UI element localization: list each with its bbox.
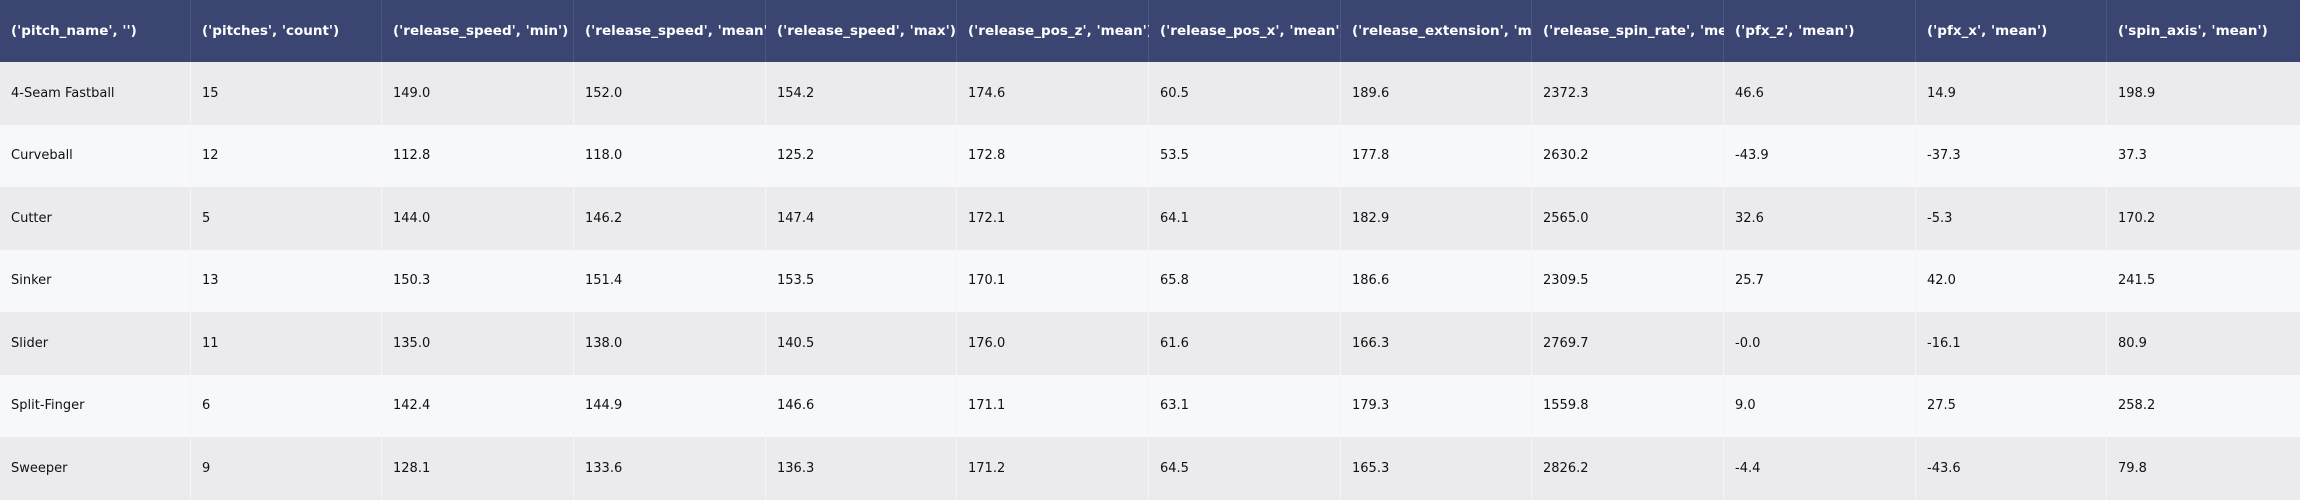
table-cell: 25.7	[1724, 249, 1916, 312]
table-cell: 125.2	[766, 124, 957, 187]
table-cell: -37.3	[1916, 124, 2107, 187]
table-cell: 189.6	[1341, 62, 1532, 125]
table-cell: 133.6	[574, 437, 766, 500]
column-header[interactable]: ('release_pos_z', 'mean')	[957, 0, 1153, 62]
table-cell: 112.8	[382, 124, 574, 187]
table-cell: 165.3	[1341, 437, 1532, 500]
table-cell: Sweeper	[0, 437, 191, 500]
table-cell: Slider	[0, 312, 191, 375]
table-cell: 198.9	[2107, 62, 2300, 125]
table-cell: Cutter	[0, 187, 191, 250]
column-header[interactable]: ('release_speed', 'mean')	[574, 0, 774, 62]
table-cell: 63.1	[1149, 374, 1341, 437]
table-cell: 11	[191, 312, 382, 375]
table-cell: 64.1	[1149, 187, 1341, 250]
table-cell: 170.2	[2107, 187, 2300, 250]
table-cell: 2769.7	[1532, 312, 1724, 375]
table-cell: 5	[191, 187, 382, 250]
table-cell: 2826.2	[1532, 437, 1724, 500]
table-cell: 150.3	[382, 249, 574, 312]
table-cell: 151.4	[574, 249, 766, 312]
table-cell: 42.0	[1916, 249, 2107, 312]
table-cell: 4-Seam Fastball	[0, 62, 191, 125]
table-cell: 79.8	[2107, 437, 2300, 500]
table-cell: 2372.3	[1532, 62, 1724, 125]
table-cell: 32.6	[1724, 187, 1916, 250]
table-cell: 140.5	[766, 312, 957, 375]
column-header[interactable]: ('release_pos_x', 'mean')	[1149, 0, 1346, 62]
table-cell: 171.1	[957, 374, 1149, 437]
table-cell: -4.4	[1724, 437, 1916, 500]
table-cell: -5.3	[1916, 187, 2107, 250]
table-cell: 146.2	[574, 187, 766, 250]
table-cell: 9.0	[1724, 374, 1916, 437]
table-cell: 182.9	[1341, 187, 1532, 250]
table-cell: 179.3	[1341, 374, 1532, 437]
table-cell: 177.8	[1341, 124, 1532, 187]
column-header[interactable]: ('release_speed', 'min')	[382, 0, 574, 62]
table-cell: 6	[191, 374, 382, 437]
table-cell: 174.6	[957, 62, 1149, 125]
table-cell: 138.0	[574, 312, 766, 375]
table-cell: 152.0	[574, 62, 766, 125]
table-cell: 15	[191, 62, 382, 125]
table-cell: Split-Finger	[0, 374, 191, 437]
column-header[interactable]: ('release_speed', 'max')	[766, 0, 957, 62]
column-header[interactable]: ('release_extension', 'mean')	[1341, 0, 1570, 62]
table-cell: 2630.2	[1532, 124, 1724, 187]
table-cell: 170.1	[957, 249, 1149, 312]
table-cell: 118.0	[574, 124, 766, 187]
table-cell: 128.1	[382, 437, 574, 500]
table-cell: 171.2	[957, 437, 1149, 500]
table-cell: 258.2	[2107, 374, 2300, 437]
table-cell: 9	[191, 437, 382, 500]
column-header[interactable]: ('pfx_x', 'mean')	[1916, 0, 2107, 62]
table-cell: 186.6	[1341, 249, 1532, 312]
column-header[interactable]: ('spin_axis', 'mean')	[2107, 0, 2300, 62]
table-cell: 153.5	[766, 249, 957, 312]
table-cell: 2309.5	[1532, 249, 1724, 312]
table-cell: 65.8	[1149, 249, 1341, 312]
table-cell: 135.0	[382, 312, 574, 375]
table-cell: 53.5	[1149, 124, 1341, 187]
table-cell: 14.9	[1916, 62, 2107, 125]
column-header[interactable]: ('release_spin_rate', 'mean')	[1532, 0, 1756, 62]
table-cell: 149.0	[382, 62, 574, 125]
table-cell: Sinker	[0, 249, 191, 312]
table-cell: 147.4	[766, 187, 957, 250]
table-cell: 60.5	[1149, 62, 1341, 125]
table-cell: -43.6	[1916, 437, 2107, 500]
table-cell: 176.0	[957, 312, 1149, 375]
table-cell: -43.9	[1724, 124, 1916, 187]
table-cell: -16.1	[1916, 312, 2107, 375]
table-cell: 61.6	[1149, 312, 1341, 375]
data-table: ('pitch_name', '') ('pitches', 'count') …	[0, 0, 2300, 500]
table-cell: 64.5	[1149, 437, 1341, 500]
column-header[interactable]: ('pitch_name', '')	[0, 0, 191, 62]
table-cell: 144.0	[382, 187, 574, 250]
table-cell: 172.1	[957, 187, 1149, 250]
column-header[interactable]: ('pitches', 'count')	[191, 0, 382, 62]
table-cell: 146.6	[766, 374, 957, 437]
table-cell: 241.5	[2107, 249, 2300, 312]
table-cell: 12	[191, 124, 382, 187]
table-cell: 154.2	[766, 62, 957, 125]
table-cell: 1559.8	[1532, 374, 1724, 437]
table-cell: 46.6	[1724, 62, 1916, 125]
table-cell: 142.4	[382, 374, 574, 437]
table-cell: 166.3	[1341, 312, 1532, 375]
table-cell: -0.0	[1724, 312, 1916, 375]
table-cell: 13	[191, 249, 382, 312]
table-cell: 172.8	[957, 124, 1149, 187]
table-cell: 27.5	[1916, 374, 2107, 437]
column-header[interactable]: ('pfx_z', 'mean')	[1724, 0, 1916, 62]
table-cell: 2565.0	[1532, 187, 1724, 250]
table-cell: Curveball	[0, 124, 191, 187]
table-cell: 80.9	[2107, 312, 2300, 375]
table-cell: 37.3	[2107, 124, 2300, 187]
table-cell: 144.9	[574, 374, 766, 437]
table-cell: 136.3	[766, 437, 957, 500]
